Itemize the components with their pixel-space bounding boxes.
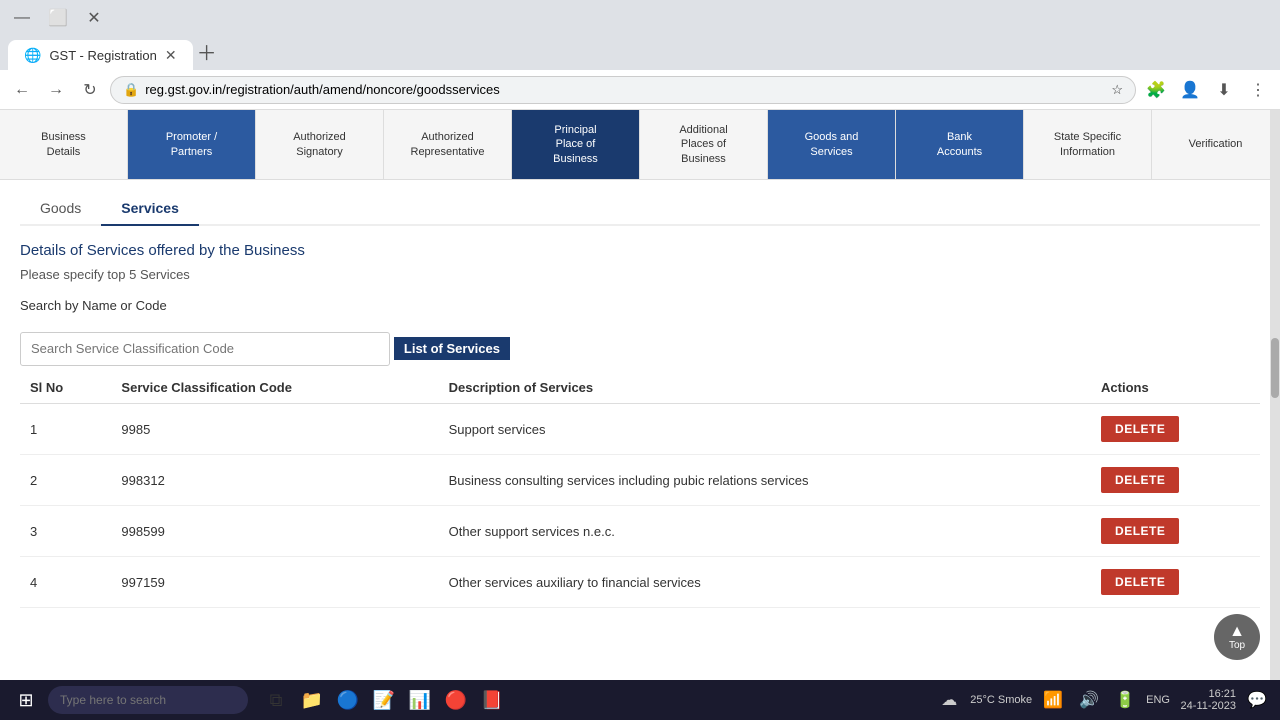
section-subtitle: Please specify top 5 Services — [20, 267, 1260, 282]
delete-button[interactable]: DELETE — [1101, 569, 1179, 595]
scroll-thumb[interactable] — [1271, 338, 1279, 398]
section-tabs: Goods Services — [20, 192, 1260, 226]
main-section: Goods Services Details of Services offer… — [0, 192, 1280, 618]
taskbar-app-file-explorer[interactable]: 📁 — [296, 684, 328, 716]
nav-tab-goods-services[interactable]: Goods andServices — [768, 110, 896, 179]
cell-slno: 1 — [20, 404, 111, 455]
bookmark-icon[interactable]: ☆ — [1111, 82, 1123, 98]
taskbar-system-icons: ☁ 25°C Smoke 📶 🔊 🔋 ENG 16:21 24-11-2023 … — [934, 685, 1272, 715]
tab-close-btn[interactable]: ✕ — [165, 47, 177, 64]
new-tab-btn[interactable]: ＋ — [197, 37, 217, 66]
battery-icon: 🔋 — [1110, 685, 1140, 715]
tab-bar: 🌐 GST - Registration ✕ ＋ — [0, 36, 1280, 70]
cell-code: 997159 — [111, 557, 438, 608]
nav-tab-principal-place[interactable]: PrincipalPlace ofBusiness — [512, 110, 640, 179]
top-label: Top — [1229, 640, 1245, 651]
start-button[interactable]: ⊞ — [8, 682, 44, 718]
nav-tab-authorized-representative[interactable]: AuthorizedRepresentative — [384, 110, 512, 179]
services-table: Sl No Service Classification Code Descri… — [20, 372, 1260, 608]
list-heading: List of Services — [394, 337, 510, 360]
delete-button[interactable]: DELETE — [1101, 416, 1179, 442]
notification-icon[interactable]: 💬 — [1242, 685, 1272, 715]
taskbar-app-app1[interactable]: 📊 — [404, 684, 436, 716]
forward-btn[interactable]: → — [42, 76, 70, 104]
top-arrow-icon: ▲ — [1229, 624, 1245, 640]
delete-button[interactable]: DELETE — [1101, 518, 1179, 544]
table-row: 1 9985 Support services DELETE — [20, 404, 1260, 455]
cell-code: 998312 — [111, 455, 438, 506]
network-icon[interactable]: 📶 — [1038, 685, 1068, 715]
table-row: 4 997159 Other services auxiliary to fin… — [20, 557, 1260, 608]
taskbar: ⊞ ⧉ 📁 🔵 📝 📊 🔴 📕 ☁ 25°C Smoke 📶 🔊 🔋 ENG 1… — [0, 680, 1280, 720]
taskbar-date: 24-11-2023 — [1176, 700, 1236, 712]
scrollbar[interactable] — [1270, 110, 1280, 680]
delete-button[interactable]: DELETE — [1101, 467, 1179, 493]
page-content: BusinessDetails Promoter /Partners Autho… — [0, 110, 1280, 680]
back-btn[interactable]: ← — [8, 76, 36, 104]
minimize-btn[interactable]: — — [8, 4, 36, 32]
cell-slno: 4 — [20, 557, 111, 608]
volume-icon[interactable]: 🔊 — [1074, 685, 1104, 715]
tab-favicon: 🌐 — [24, 47, 41, 64]
download-btn[interactable]: ⬇ — [1210, 76, 1238, 104]
refresh-btn[interactable]: ↻ — [76, 76, 104, 104]
url-input[interactable] — [145, 82, 1105, 97]
table-row: 3 998599 Other support services n.e.c. D… — [20, 506, 1260, 557]
taskbar-app-chrome[interactable]: 🔵 — [332, 684, 364, 716]
taskbar-app-word[interactable]: 📝 — [368, 684, 400, 716]
taskbar-search[interactable] — [48, 686, 248, 714]
tab-goods[interactable]: Goods — [20, 192, 101, 226]
cell-description: Business consulting services including p… — [439, 455, 1091, 506]
nav-tab-verification[interactable]: Verification — [1152, 110, 1280, 179]
cell-slno: 2 — [20, 455, 111, 506]
cell-description: Other services auxiliary to financial se… — [439, 557, 1091, 608]
top-button[interactable]: ▲ Top — [1214, 614, 1260, 660]
cell-action: DELETE — [1091, 506, 1260, 557]
table-row: 2 998312 Business consulting services in… — [20, 455, 1260, 506]
menu-btn[interactable]: ⋮ — [1244, 76, 1272, 104]
active-tab[interactable]: 🌐 GST - Registration ✕ — [8, 40, 193, 70]
taskbar-app-app3[interactable]: 📕 — [476, 684, 508, 716]
cell-description: Other support services n.e.c. — [439, 506, 1091, 557]
search-input[interactable] — [20, 332, 390, 366]
nav-tab-state-specific[interactable]: State SpecificInformation — [1024, 110, 1152, 179]
weather-icon: ☁ — [934, 685, 964, 715]
nav-tab-business-details[interactable]: BusinessDetails — [0, 110, 128, 179]
col-code: Service Classification Code — [111, 372, 438, 404]
tab-title: GST - Registration — [49, 48, 156, 63]
nav-tab-authorized-signatory[interactable]: AuthorizedSignatory — [256, 110, 384, 179]
profile-btn[interactable]: 👤 — [1176, 76, 1204, 104]
lang-label: ENG — [1146, 694, 1170, 706]
cell-action: DELETE — [1091, 404, 1260, 455]
cell-action: DELETE — [1091, 557, 1260, 608]
search-label: Search by Name or Code — [20, 298, 1260, 313]
cell-code: 998599 — [111, 506, 438, 557]
cell-code: 9985 — [111, 404, 438, 455]
nav-tab-bank-accounts[interactable]: BankAccounts — [896, 110, 1024, 179]
maximize-btn[interactable]: ⬜ — [44, 4, 72, 32]
taskbar-time: 16:21 — [1176, 688, 1236, 700]
col-slno: Sl No — [20, 372, 111, 404]
address-bar-row: ← → ↻ 🔒 ☆ 🧩 👤 ⬇ ⋮ — [0, 70, 1280, 110]
col-actions: Actions — [1091, 372, 1260, 404]
tab-services[interactable]: Services — [101, 192, 199, 226]
taskbar-app-taskview[interactable]: ⧉ — [260, 684, 292, 716]
col-description: Description of Services — [439, 372, 1091, 404]
nav-tabs-bar: BusinessDetails Promoter /Partners Autho… — [0, 110, 1280, 180]
nav-tab-promoter-partners[interactable]: Promoter /Partners — [128, 110, 256, 179]
taskbar-apps: ⧉ 📁 🔵 📝 📊 🔴 📕 — [260, 684, 508, 716]
nav-tab-additional-places[interactable]: AdditionalPlaces ofBusiness — [640, 110, 768, 179]
lock-icon: 🔒 — [123, 82, 139, 98]
browser-titlebar: — ⬜ ✕ — [0, 0, 1280, 36]
taskbar-clock: 16:21 24-11-2023 — [1176, 688, 1236, 712]
cell-action: DELETE — [1091, 455, 1260, 506]
cell-slno: 3 — [20, 506, 111, 557]
section-heading: Details of Services offered by the Busin… — [20, 242, 1260, 259]
cell-description: Support services — [439, 404, 1091, 455]
extensions-btn[interactable]: 🧩 — [1142, 76, 1170, 104]
weather-label: 25°C Smoke — [970, 694, 1032, 706]
taskbar-app-app2[interactable]: 🔴 — [440, 684, 472, 716]
close-btn[interactable]: ✕ — [80, 4, 108, 32]
address-bar[interactable]: 🔒 ☆ — [110, 76, 1136, 104]
